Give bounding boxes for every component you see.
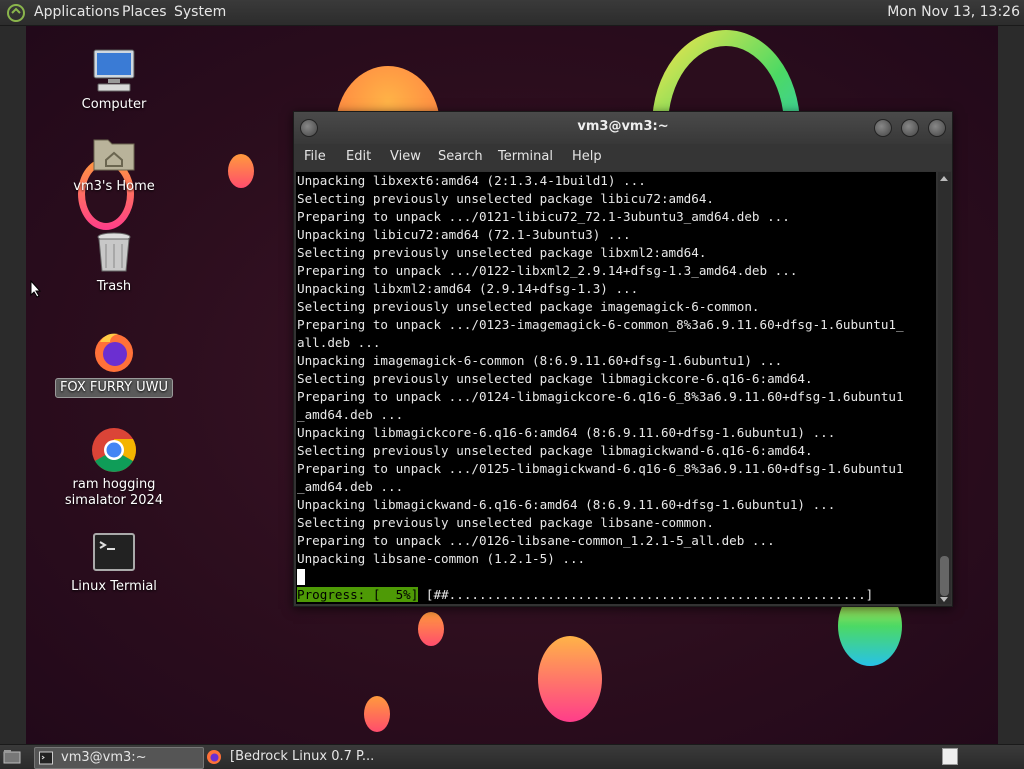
menu-file[interactable]: File: [304, 149, 326, 164]
terminal-line: Unpacking libxext6:amd64 (2:1.3.4-1build…: [297, 173, 646, 188]
terminal-line: Selecting previously unselected package …: [297, 245, 707, 260]
terminal-line: Unpacking imagemagick-6-common (8:6.9.11…: [297, 353, 783, 368]
wallpaper-blob: [364, 696, 390, 732]
icon-label: vm3's Home: [73, 179, 155, 194]
menu-search[interactable]: Search: [438, 149, 483, 164]
terminal-line: Selecting previously unselected package …: [297, 191, 715, 206]
terminal-line: Unpacking libsane-common (1.2.1-5) ...: [297, 551, 586, 566]
taskbar-item-terminal[interactable]: vm3@vm3:~: [34, 747, 204, 769]
terminal-line: Preparing to unpack .../0125-libmagickwa…: [297, 461, 904, 476]
mouse-pointer-icon: [30, 280, 42, 298]
minimize-icon[interactable]: [874, 119, 892, 137]
taskbar-label: vm3@vm3:~: [61, 750, 147, 765]
progress-bar: [##.....................................…: [418, 587, 874, 602]
home-folder-icon: [93, 139, 135, 171]
terminal-line: _amd64.deb ...: [297, 407, 404, 422]
terminal-menubar: File Edit View Search Terminal Help: [294, 144, 952, 171]
terminal-line: all.deb ...: [297, 335, 381, 350]
desktop-icon-trash[interactable]: Trash: [54, 228, 174, 296]
terminal-line: Preparing to unpack .../0123-imagemagick…: [297, 317, 904, 332]
desktop-icon-chrome[interactable]: ram hogging simalator 2024: [54, 426, 174, 510]
icon-label: FOX FURRY UWU: [54, 378, 174, 398]
computer-icon: [93, 49, 135, 92]
window-titlebar[interactable]: vm3@vm3:~: [294, 112, 952, 144]
desktop-icon-home[interactable]: vm3's Home: [54, 128, 174, 196]
mate-logo-icon[interactable]: [6, 3, 26, 23]
menu-edit[interactable]: Edit: [346, 149, 371, 164]
close-icon[interactable]: [928, 119, 946, 137]
scrollbar-thumb[interactable]: [940, 556, 949, 596]
workspace-switcher[interactable]: [942, 748, 958, 765]
scroll-up-icon[interactable]: [940, 176, 948, 181]
clock[interactable]: Mon Nov 13, 13:26: [887, 4, 1020, 20]
icon-label: Linux Termial: [71, 579, 157, 594]
menu-terminal[interactable]: Terminal: [498, 149, 553, 164]
firefox-icon: [207, 750, 221, 764]
maximize-icon[interactable]: [901, 119, 919, 137]
desktop-icon-firefox[interactable]: FOX FURRY UWU: [54, 328, 174, 398]
trash-icon: [97, 232, 131, 272]
terminal-output[interactable]: Unpacking libxext6:amd64 (2:1.3.4-1build…: [296, 172, 936, 604]
terminal-scrollbar[interactable]: [938, 172, 951, 604]
desktop-icon-terminal[interactable]: Linux Termial: [54, 528, 174, 596]
terminal-line: _amd64.deb ...: [297, 479, 404, 494]
progress-label: Progress: [ 5%]: [297, 587, 419, 602]
window-title: vm3@vm3:~: [577, 119, 669, 134]
wallpaper-blob: [418, 612, 444, 646]
terminal-line: Preparing to unpack .../0121-libicu72_72…: [297, 209, 790, 224]
window-menu-icon[interactable]: [300, 119, 318, 137]
wallpaper-blob: [228, 154, 254, 188]
terminal-line: Unpacking libxml2:amd64 (2.9.14+dfsg-1.3…: [297, 281, 639, 296]
terminal-line: Preparing to unpack .../0126-libsane-com…: [297, 533, 775, 548]
bottom-panel: vm3@vm3:~ [Bedrock Linux 0.7 P...: [0, 744, 1024, 769]
menu-view[interactable]: View: [390, 149, 421, 164]
chrome-icon: [92, 428, 136, 472]
desktop-icon-computer[interactable]: Computer: [54, 46, 174, 114]
terminal-line: Selecting previously unselected package …: [297, 371, 813, 386]
icon-label: Computer: [81, 97, 147, 112]
taskbar-label: [Bedrock Linux 0.7 P...: [230, 749, 375, 764]
system-menu[interactable]: System: [174, 4, 226, 20]
terminal-line: Unpacking libmagickcore-6.q16-6:amd64 (8…: [297, 425, 836, 440]
terminal-line: Selecting previously unselected package …: [297, 515, 715, 530]
terminal-lines: Unpacking libxext6:amd64 (2:1.3.4-1build…: [296, 172, 936, 568]
firefox-icon: [95, 333, 133, 372]
progress-line: Progress: [ 5%] [##.....................…: [296, 586, 936, 604]
taskbar-item-browser[interactable]: [Bedrock Linux 0.7 P...: [204, 747, 384, 767]
terminal-line: Preparing to unpack .../0122-libxml2_2.9…: [297, 263, 798, 278]
terminal-line: Preparing to unpack .../0124-libmagickco…: [297, 389, 904, 404]
top-panel: Applications Places System Mon Nov 13, 1…: [0, 0, 1024, 26]
terminal-window[interactable]: vm3@vm3:~ File Edit View Search Terminal…: [293, 111, 953, 607]
menu-help[interactable]: Help: [572, 149, 602, 164]
terminal-icon: [93, 533, 135, 571]
icon-label: Trash: [96, 279, 132, 294]
terminal-line: Selecting previously unselected package …: [297, 443, 813, 458]
text-cursor: [297, 569, 305, 585]
terminal-line: Unpacking libmagickwand-6.q16-6:amd64 (8…: [297, 497, 836, 512]
places-menu[interactable]: Places: [122, 4, 167, 20]
scroll-down-icon[interactable]: [940, 597, 948, 602]
applications-menu[interactable]: Applications: [34, 4, 120, 20]
terminal-line: Unpacking libicu72:amd64 (72.1-3ubuntu3)…: [297, 227, 631, 242]
terminal-icon: [39, 751, 53, 765]
icon-label: ram hogging simalator 2024: [64, 477, 164, 508]
terminal-line: Selecting previously unselected package …: [297, 299, 760, 314]
show-desktop-icon[interactable]: [3, 748, 21, 766]
wallpaper-blob: [538, 636, 602, 722]
cursor-line: [296, 568, 936, 586]
